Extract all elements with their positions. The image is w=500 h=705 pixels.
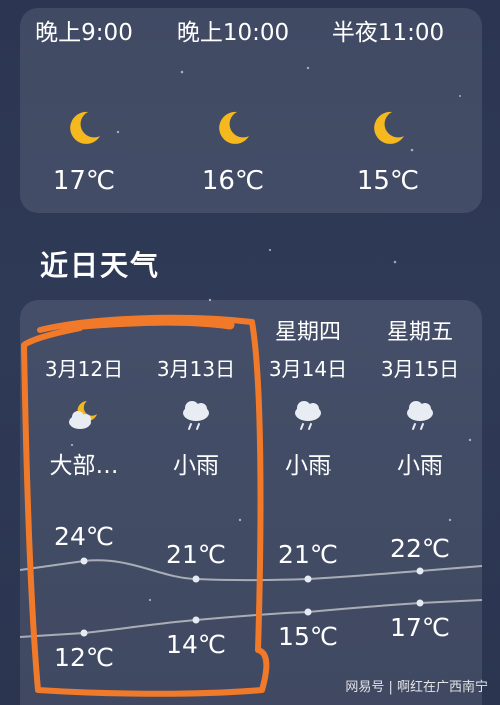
- high-temp-point: [80, 557, 88, 565]
- low-temp-point: [192, 616, 200, 624]
- temperature-curve-chart: [19, 557, 483, 638]
- high-temp-label: 24℃: [54, 522, 114, 551]
- low-temp-label: 14℃: [166, 630, 226, 659]
- low-temp-point: [416, 599, 424, 607]
- low-temp-label: 12℃: [54, 643, 114, 672]
- high-temp-point: [304, 575, 312, 583]
- low-temp-label: 15℃: [278, 622, 338, 651]
- watermark-text: 网易号 | 啊红在广西南宁: [345, 680, 488, 695]
- high-temp-point: [416, 567, 424, 575]
- high-temp-label: 21℃: [166, 540, 226, 569]
- high-temp-label: 21℃: [278, 540, 338, 569]
- low-temp-point: [80, 629, 88, 637]
- low-temp-point: [304, 608, 312, 616]
- high-temp-label: 22℃: [390, 534, 450, 563]
- low-temp-label: 17℃: [390, 613, 450, 642]
- high-temp-point: [192, 575, 200, 583]
- high-temp-line: [19, 559, 483, 582]
